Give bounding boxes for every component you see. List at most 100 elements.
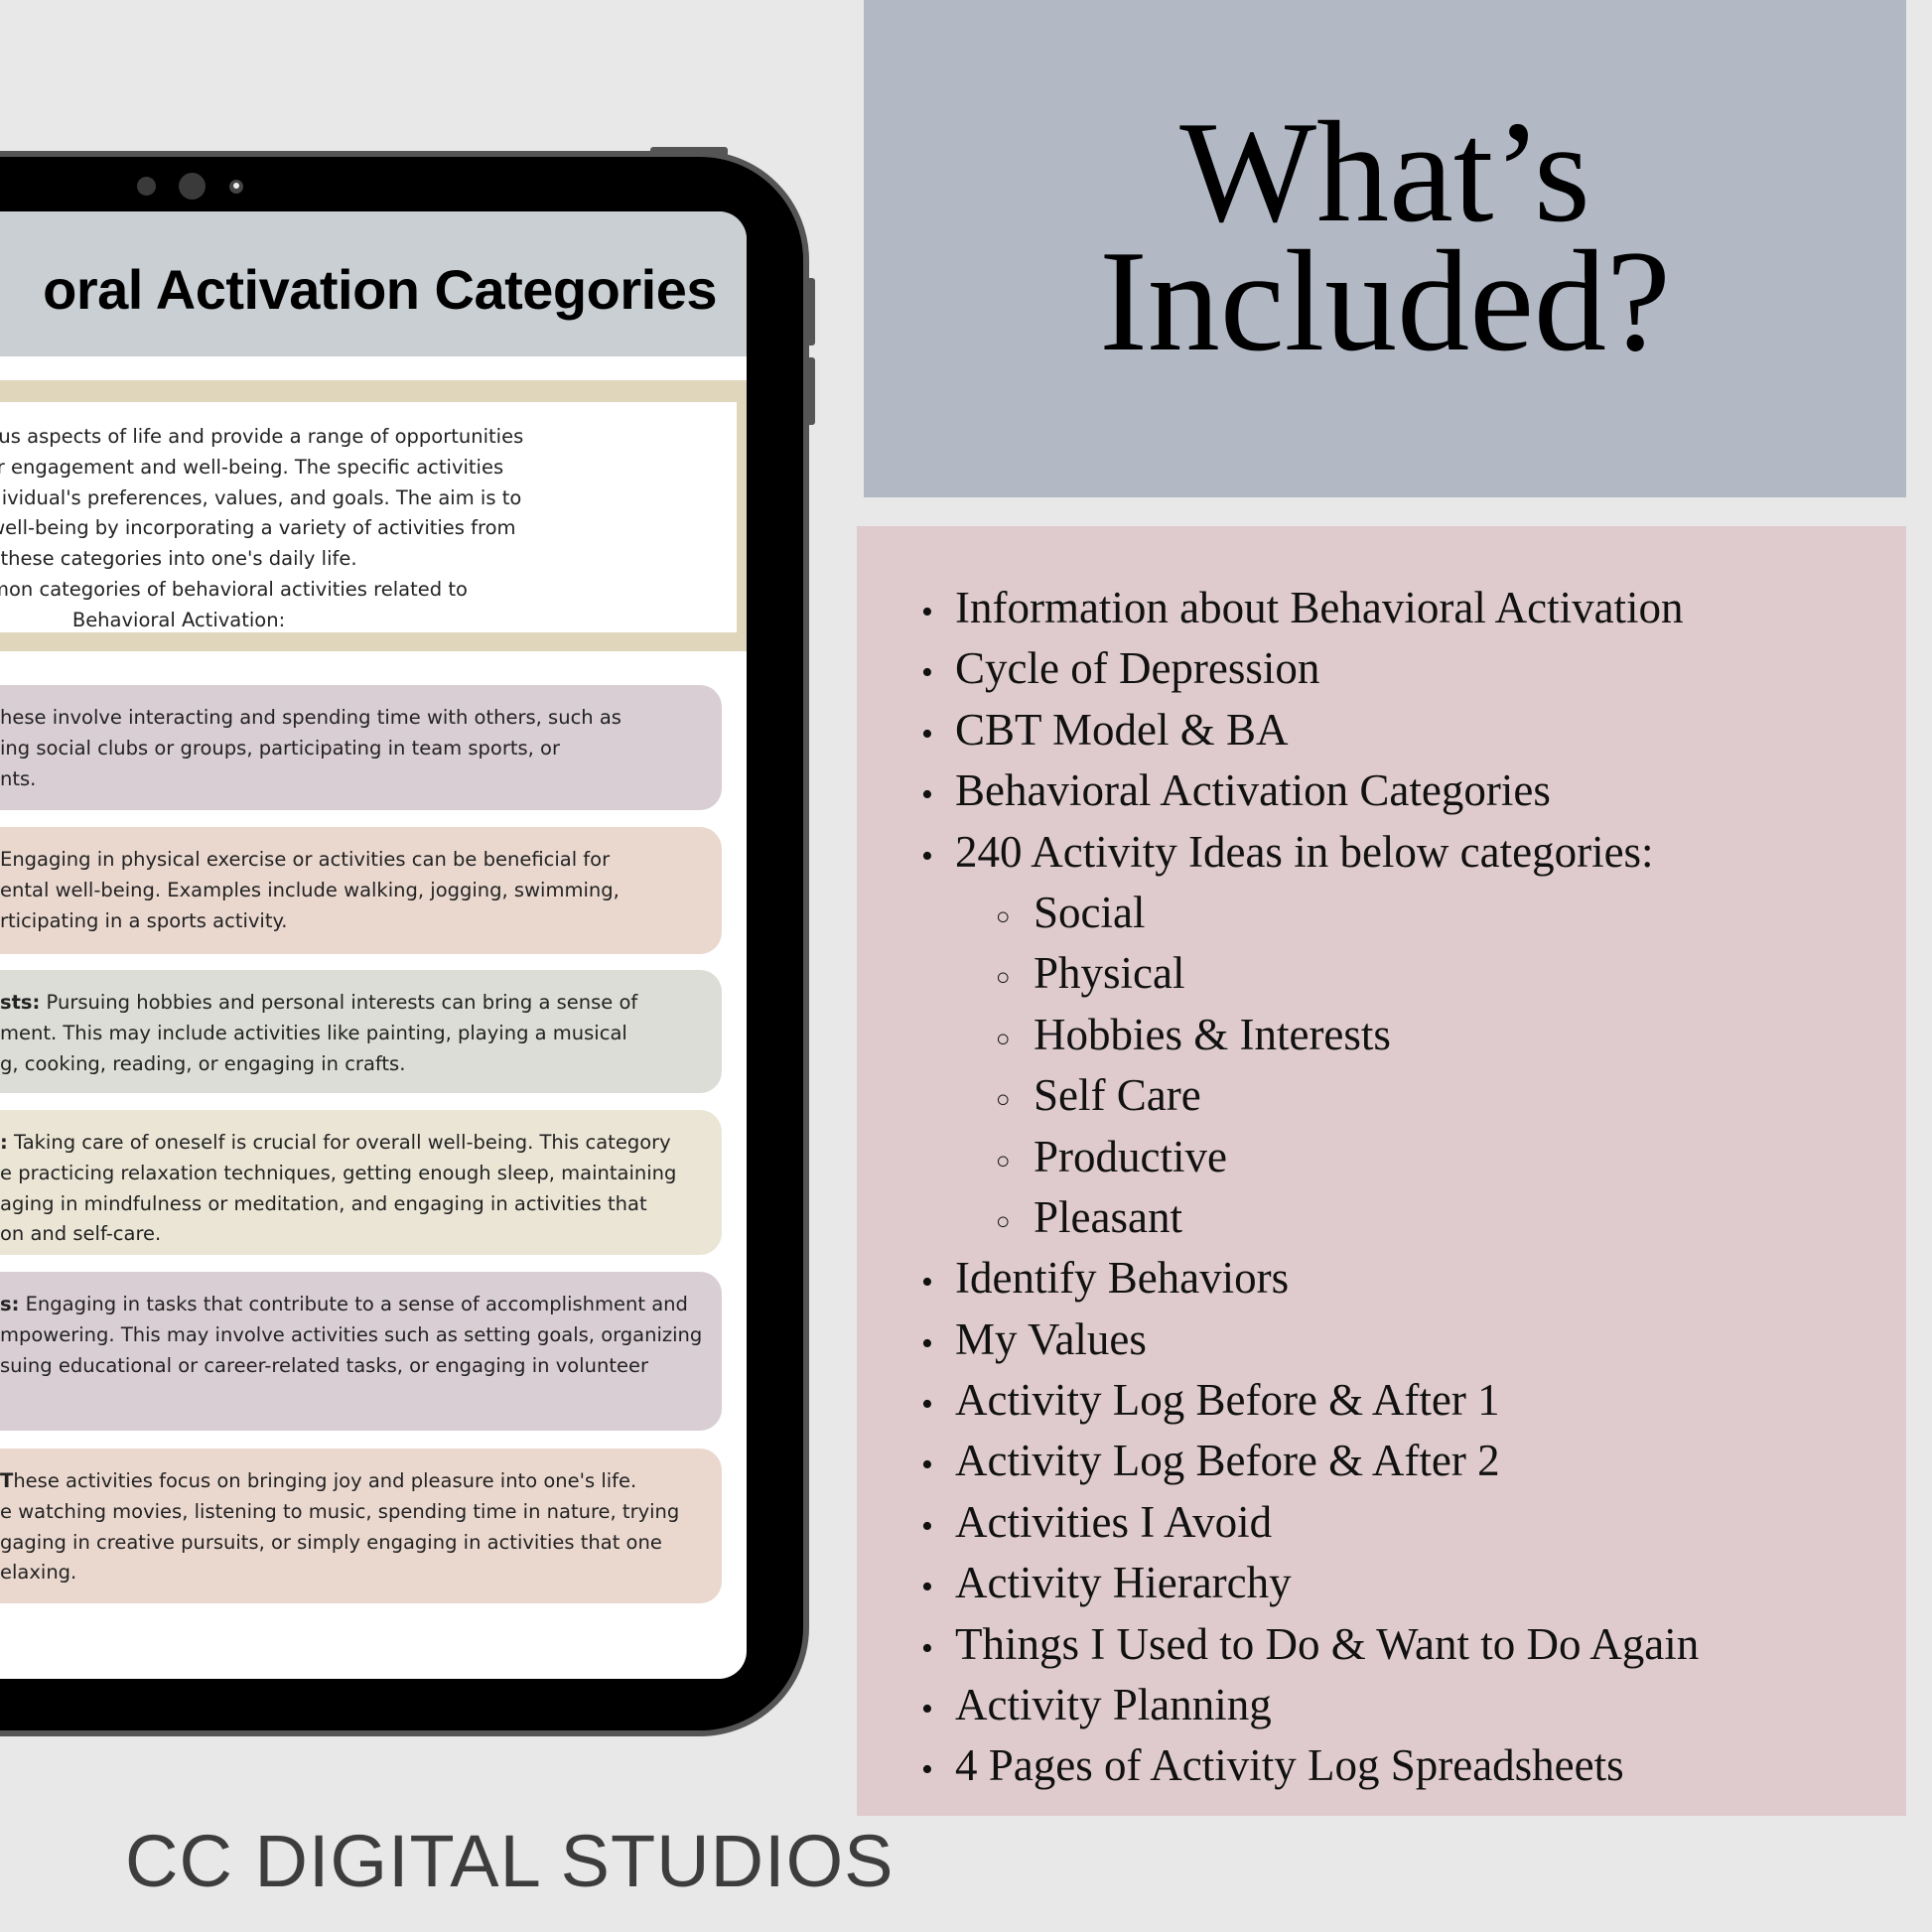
included-item: • Activity Hierarchy (921, 1553, 1699, 1613)
category-description: Engaging in physical exercise or activit… (0, 845, 722, 936)
included-item-text: Hobbies & Interests (1034, 1009, 1391, 1059)
included-item-text: Things I Used to Do & Want to Do Again (955, 1618, 1700, 1669)
category-line: : Taking care of oneself is crucial for … (0, 1128, 722, 1159)
included-item-text: Activity Hierarchy (955, 1558, 1292, 1608)
bullet-icon: • (921, 1386, 933, 1424)
category-line: sts: Pursuing hobbies and personal inter… (0, 988, 722, 1019)
category-line: rticipating in a sports activity. (0, 906, 722, 937)
category-text: aging in mindfulness or meditation, and … (0, 1191, 647, 1215)
heading-line-2: Included? (1099, 220, 1671, 381)
included-item: • Things I Used to Do & Want to Do Again (921, 1614, 1699, 1675)
included-item-text: Activities I Avoid (955, 1496, 1273, 1547)
intro-line: these categories into one's daily life. (0, 547, 357, 571)
bullet-icon: • (921, 1691, 933, 1728)
intro-line: some common categories of behavioral act… (0, 577, 468, 601)
category-text: ental well-being. Examples include walki… (0, 878, 620, 901)
category-text: nts. (0, 766, 37, 790)
bullet-icon: • (921, 776, 933, 814)
included-item-text: 240 Activity Ideas in below categories: (955, 826, 1654, 877)
intro-paragraph: encompass various aspects of life and pr… (0, 422, 675, 636)
included-item: • Activities I Avoid (921, 1492, 1699, 1553)
category-line: aging in mindfulness or meditation, and … (0, 1189, 722, 1220)
heading-line-1: What’s (1179, 91, 1590, 252)
category-line: e practicing relaxation techniques, gett… (0, 1159, 722, 1189)
category-line: s: Engaging in tasks that contribute to … (0, 1290, 722, 1320)
included-list-panel: • Information about Behavioral Activation… (857, 526, 1906, 1816)
category-line: on and self-care. (0, 1219, 722, 1250)
included-item-text: Activity Planning (955, 1680, 1272, 1730)
category-text: elaxing. (0, 1561, 77, 1585)
included-item-text: 4 Pages of Activity Log Spreadsheets (955, 1740, 1624, 1791)
category-line: Engaging in physical exercise or activit… (0, 845, 722, 876)
category-label: s: (0, 1293, 20, 1315)
included-item-text: Productive (1034, 1131, 1227, 1181)
category-line: ment. This may include activities like p… (0, 1019, 722, 1049)
intro-line: ailored to the individual's preferences,… (0, 485, 522, 509)
bullet-icon: • (921, 1447, 933, 1484)
category-text: ing social clubs or groups, participatin… (0, 736, 560, 759)
included-item: • Identify Behaviors (921, 1248, 1699, 1309)
category-label: sts: (0, 991, 41, 1014)
included-subitem: ○ Physical (921, 943, 1699, 1004)
category-text: Pursuing hobbies and personal interests … (40, 991, 638, 1014)
intro-box: encompass various aspects of life and pr… (0, 402, 737, 632)
category-line: nts. (0, 764, 722, 795)
included-item-text: Self Care (1034, 1070, 1201, 1121)
heading-title: What’s Included? (864, 91, 1906, 381)
category-description: These activities focus on bringing joy a… (0, 1466, 722, 1588)
category-text: Taking care of oneself is crucial for ov… (7, 1131, 671, 1154)
included-item-text: Behavioral Activation Categories (955, 765, 1551, 816)
category-text: e watching movies, listening to music, s… (0, 1499, 680, 1523)
included-subitem: ○ Hobbies & Interests (921, 1005, 1699, 1065)
tablet-volume-up-button (806, 278, 815, 345)
included-item: • CBT Model & BA (921, 700, 1699, 760)
intro-frame: encompass various aspects of life and pr… (0, 380, 747, 651)
hollow-bullet-icon: ○ (996, 1208, 1011, 1235)
document-title: oral Activation Categories (43, 258, 717, 321)
bullet-icon: • (921, 1507, 933, 1545)
category-line: ing social clubs or groups, participatin… (0, 734, 722, 764)
tablet-volume-down-button (806, 357, 815, 425)
hollow-bullet-icon: ○ (996, 903, 1011, 930)
included-item-text: Social (1034, 887, 1146, 937)
category-card: These activities focus on bringing joy a… (0, 1449, 722, 1603)
included-subitem: ○ Social (921, 883, 1699, 943)
included-item: • Cycle of Depression (921, 638, 1699, 699)
category-line: hese involve interacting and spending ti… (0, 703, 722, 734)
category-line: e watching movies, listening to music, s… (0, 1497, 722, 1528)
bullet-icon: • (921, 1751, 933, 1789)
tablet-power-button (650, 147, 728, 157)
category-label: : (0, 1131, 8, 1154)
heading-panel: What’s Included? (864, 0, 1906, 497)
bullet-icon: • (921, 1324, 933, 1362)
included-item-text: Activity Log Before & After 1 (955, 1375, 1500, 1426)
included-item-text: Identify Behaviors (955, 1253, 1290, 1304)
category-line: g, cooking, reading, or engaging in craf… (0, 1049, 722, 1080)
category-text: hese involve interacting and spending ti… (0, 706, 621, 729)
intro-line: o increase their engagement and well-bei… (0, 455, 504, 479)
hollow-bullet-icon: ○ (996, 1087, 1011, 1114)
category-text: ment. This may include activities like p… (0, 1021, 627, 1044)
included-item: • Activity Log Before & After 1 (921, 1370, 1699, 1431)
included-item-text: Pleasant (1034, 1191, 1182, 1242)
category-line: mpowering. This may involve activities s… (0, 1320, 722, 1351)
category-text: e practicing relaxation techniques, gett… (0, 1161, 677, 1184)
included-subitem: ○ Self Care (921, 1065, 1699, 1126)
category-card: s: Engaging in tasks that contribute to … (0, 1272, 722, 1431)
included-item-text: My Values (955, 1313, 1147, 1364)
included-item-text: Cycle of Depression (955, 643, 1320, 694)
category-text: Engaging in physical exercise or activit… (0, 848, 611, 871)
category-card: Engaging in physical exercise or activit… (0, 827, 722, 954)
category-card: sts: Pursuing hobbies and personal inter… (0, 970, 722, 1093)
category-text: Engaging in tasks that contribute to a s… (19, 1293, 688, 1315)
category-text: on and self-care. (0, 1222, 162, 1246)
sensor-icon (137, 177, 156, 196)
category-description: s: Engaging in tasks that contribute to … (0, 1290, 722, 1381)
included-list: • Information about Behavioral Activation… (921, 578, 1699, 1797)
category-text: hese activities focus on bringing joy an… (13, 1469, 637, 1492)
bullet-icon: • (921, 1629, 933, 1667)
intro-line: Behavioral Activation: (71, 608, 286, 631)
category-label: T (0, 1469, 14, 1492)
included-item-text: Information about Behavioral Activation (955, 583, 1684, 632)
category-text: mpowering. This may involve activities s… (0, 1322, 703, 1346)
